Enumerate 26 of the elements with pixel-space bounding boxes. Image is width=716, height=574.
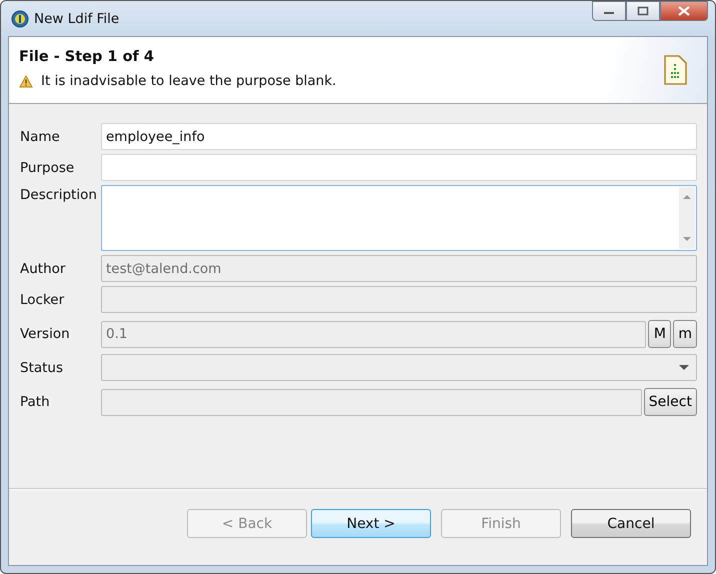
app-logo-icon — [11, 10, 29, 28]
close-icon — [678, 6, 690, 16]
close-button[interactable] — [660, 1, 708, 21]
minimize-button[interactable] — [592, 1, 626, 21]
warning-icon — [19, 74, 33, 88]
field-label: Description — [20, 186, 98, 203]
file-icon — [663, 55, 687, 85]
field-label: Locker — [20, 292, 66, 308]
field-label: Version — [20, 326, 71, 342]
scrollbar-icon[interactable] — [679, 187, 695, 249]
field-label: Path — [20, 394, 51, 410]
wizard-button[interactable]: Next > — [311, 509, 431, 538]
step-title: File - Step 1 of 4 — [19, 49, 155, 65]
caret-icon — [679, 364, 689, 370]
field-label: Status — [20, 360, 64, 376]
field-label: Purpose — [20, 160, 76, 176]
field-label: Author — [20, 260, 66, 276]
input-field[interactable] — [101, 154, 697, 181]
input-field[interactable]: employee_info — [101, 123, 697, 150]
window-title: New Ldif File — [34, 10, 120, 26]
maximize-button[interactable] — [626, 1, 660, 21]
warning-message: It is inadvisable to leave the purpose blank. — [41, 73, 336, 89]
wizard-button[interactable]: Cancel — [571, 509, 691, 538]
field-label: Name — [20, 128, 61, 144]
description-field[interactable] — [101, 185, 697, 251]
maximize-icon — [637, 6, 649, 16]
